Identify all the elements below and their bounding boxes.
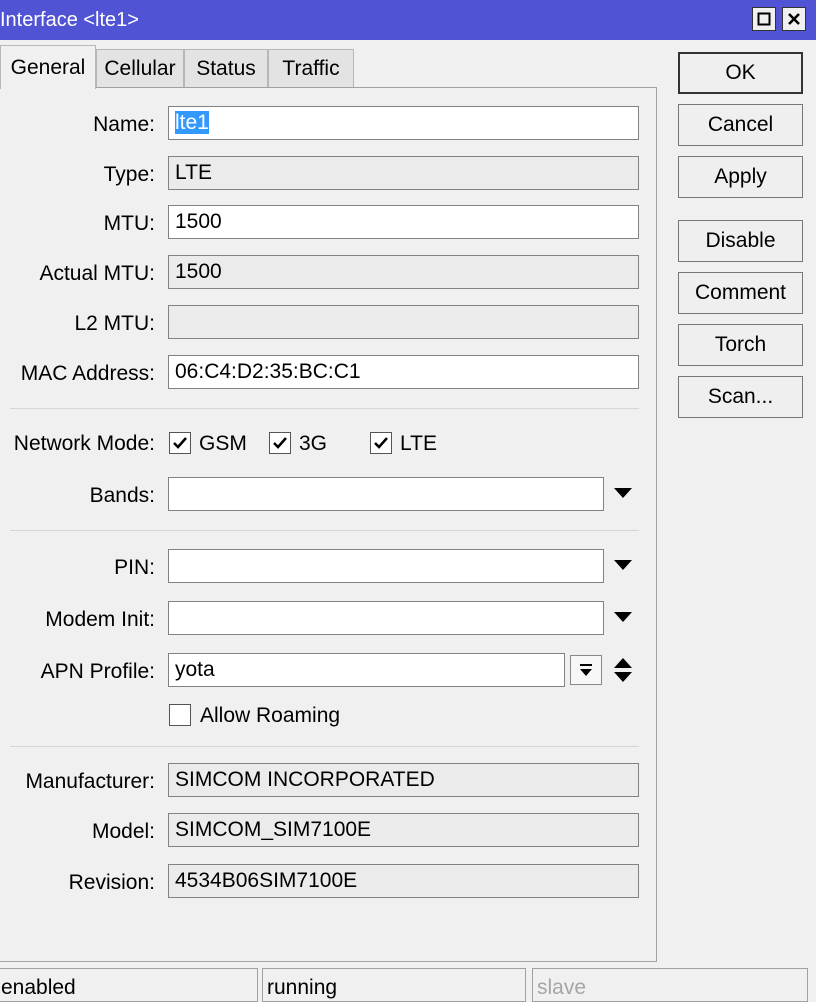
l2-mtu-field — [168, 305, 639, 339]
apn-profile-list-button[interactable] — [570, 655, 602, 685]
model-label: Model: — [91, 820, 155, 843]
type-field: LTE — [168, 156, 639, 190]
status-slave: slave — [532, 968, 808, 1002]
status-running: running — [262, 968, 526, 1002]
allow-roaming-checkbox[interactable] — [169, 704, 191, 726]
actual-mtu-field: 1500 — [168, 255, 639, 289]
mtu-label: MTU: — [103, 212, 155, 235]
tab-label: Status — [196, 56, 256, 80]
separator — [10, 408, 639, 409]
gsm-checkbox[interactable] — [169, 432, 191, 454]
revision-label: Revision: — [68, 871, 155, 894]
type-label: Type: — [103, 163, 155, 186]
window-title: Interface <lte1> — [0, 9, 139, 31]
lte-checkbox[interactable] — [370, 432, 392, 454]
network-mode-label: Network Mode: — [13, 432, 155, 455]
apn-profile-label: APN Profile: — [40, 660, 155, 683]
modem-init-input[interactable] — [168, 601, 604, 635]
apply-button[interactable]: Apply — [678, 156, 803, 198]
lte-label: LTE — [400, 432, 437, 455]
tab-label: General — [10, 55, 86, 79]
bands-dropdown-button[interactable] — [609, 476, 637, 510]
modem-init-dropdown-button[interactable] — [609, 600, 637, 634]
pin-label: PIN: — [114, 556, 155, 579]
pin-input[interactable] — [168, 549, 604, 583]
3g-checkbox[interactable] — [269, 432, 291, 454]
dropdown-arrow-icon — [614, 488, 632, 498]
separator — [10, 530, 639, 531]
manufacturer-label: Manufacturer: — [25, 770, 155, 793]
tab-general[interactable]: General — [0, 45, 96, 89]
ok-button[interactable]: OK — [678, 52, 803, 94]
manufacturer-field: SIMCOM INCORPORATED — [168, 763, 639, 797]
modem-init-label: Modem Init: — [45, 608, 155, 631]
checkmark-icon — [173, 437, 187, 449]
dropdown-arrow-icon — [614, 612, 632, 622]
revision-field: 4534B06SIM7100E — [168, 864, 639, 898]
apn-profile-updown-button[interactable] — [610, 655, 636, 685]
separator — [10, 746, 639, 747]
torch-button[interactable]: Torch — [678, 324, 803, 366]
mtu-input[interactable]: 1500 — [168, 205, 639, 239]
dropdown-arrow-icon — [614, 560, 632, 570]
allow-roaming-label: Allow Roaming — [200, 704, 341, 727]
mac-address-input[interactable]: 06:C4:D2:35:BC:C1 — [168, 355, 639, 389]
bands-input[interactable] — [168, 477, 604, 511]
tab-status[interactable]: Status — [184, 49, 268, 87]
status-enabled: enabled — [0, 968, 258, 1002]
name-value: lte1 — [175, 111, 209, 134]
gsm-label: GSM — [199, 432, 247, 455]
cancel-button[interactable]: Cancel — [678, 104, 803, 146]
maximize-icon — [757, 12, 771, 26]
name-label: Name: — [93, 113, 155, 136]
actual-mtu-label: Actual MTU: — [39, 262, 155, 285]
tab-label: Cellular — [104, 56, 176, 80]
mac-address-label: MAC Address: — [20, 362, 155, 385]
window-titlebar[interactable]: Interface <lte1> — [0, 0, 816, 40]
tab-label: Traffic — [282, 56, 340, 80]
comment-button[interactable]: Comment — [678, 272, 803, 314]
l2-mtu-label: L2 MTU: — [74, 312, 155, 335]
close-icon — [788, 13, 800, 25]
tab-traffic[interactable]: Traffic — [268, 49, 354, 87]
name-input[interactable]: lte1 — [168, 106, 639, 140]
maximize-button[interactable] — [752, 7, 776, 31]
up-down-arrow-icon — [614, 658, 632, 682]
list-dropdown-icon — [580, 664, 592, 676]
checkmark-icon — [374, 437, 388, 449]
bands-label: Bands: — [89, 484, 155, 507]
pin-dropdown-button[interactable] — [609, 548, 637, 582]
disable-button[interactable]: Disable — [678, 220, 803, 262]
checkmark-icon — [273, 437, 287, 449]
tab-cellular[interactable]: Cellular — [96, 49, 184, 87]
close-button[interactable] — [782, 7, 806, 31]
model-field: SIMCOM_SIM7100E — [168, 813, 639, 847]
apn-profile-select[interactable]: yota — [168, 653, 565, 687]
3g-label: 3G — [299, 432, 328, 455]
scan-button[interactable]: Scan... — [678, 376, 803, 418]
